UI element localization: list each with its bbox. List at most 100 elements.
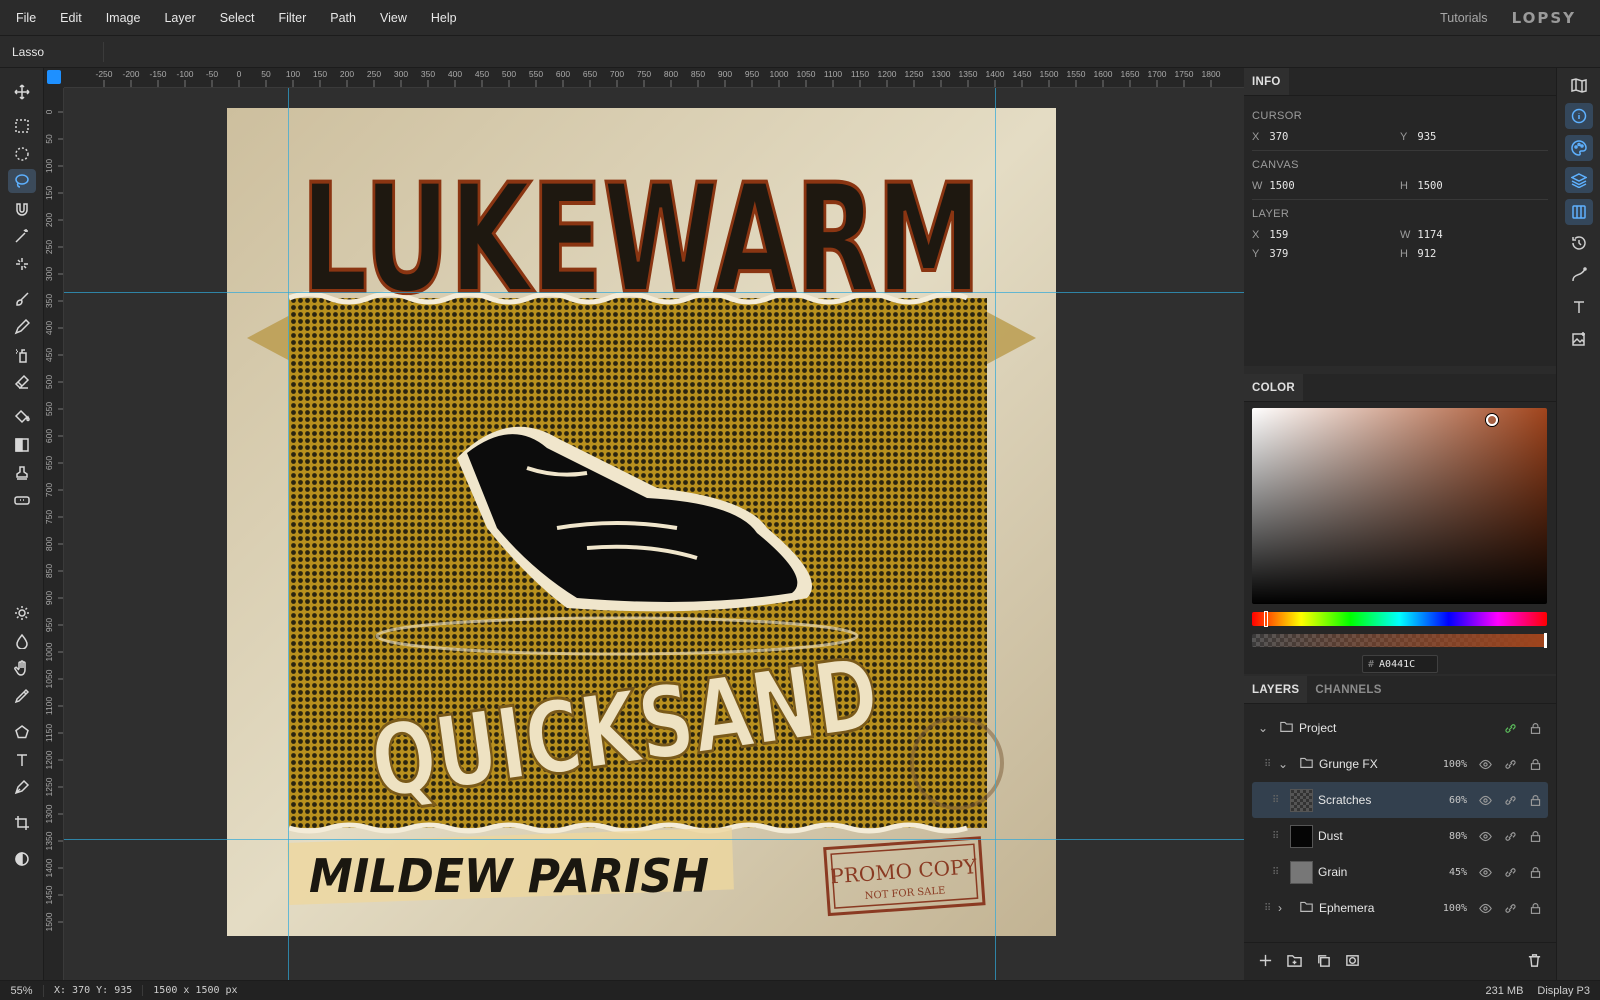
navigator-panel-button[interactable] [1565,72,1593,98]
layer-row-grain[interactable]: ⠿ Grain 45% [1252,854,1548,890]
guide-vertical-right[interactable] [995,88,996,980]
pencil-tool[interactable] [8,315,36,339]
dodge-tool[interactable] [8,601,36,625]
guide-horizontal-bottom[interactable] [64,839,1244,840]
lasso-tool[interactable] [8,169,36,193]
magnetic-lasso-tool[interactable] [8,197,36,221]
artwork-canvas[interactable]: LUKEWARM QUICKSAND MILDEW PARISH PROMO C… [227,108,1056,936]
layer-row-project[interactable]: ⌄ Project [1252,710,1548,746]
hand-tool[interactable] [8,656,36,680]
magic-wand-tool[interactable] [8,224,36,248]
tutorials-link[interactable]: Tutorials [1440,11,1487,25]
menu-image[interactable]: Image [94,11,153,25]
history-panel-button[interactable] [1565,230,1593,256]
chevron-down-icon[interactable]: ⌄ [1258,721,1274,735]
tab-channels[interactable]: CHANNELS [1307,676,1389,703]
add-layer-button[interactable] [1258,953,1273,971]
guide-vertical-left[interactable] [288,88,289,980]
ellipse-select-tool[interactable] [8,142,36,166]
layer-opacity[interactable]: 100% [1433,759,1467,770]
lock-icon[interactable] [1523,902,1548,915]
character-panel-button[interactable] [1565,294,1593,320]
drag-handle-icon[interactable]: ⠿ [1272,831,1282,842]
blur-tool[interactable] [8,629,36,653]
lock-icon[interactable] [1523,758,1548,771]
duplicate-layer-button[interactable] [1316,953,1331,971]
saturation-value-picker[interactable] [1252,408,1547,604]
zoom-level[interactable]: 55% [0,984,44,997]
paths-panel-button[interactable] [1565,262,1593,288]
layer-opacity[interactable]: 45% [1433,867,1467,878]
horizontal-ruler[interactable]: -250 -200 -150 -100 -50 0 50 100 150 200 250 300 350… [64,68,1244,88]
tab-info[interactable]: INFO [1244,68,1289,95]
color-panel-button[interactable] [1565,135,1593,161]
channels-panel-button[interactable] [1565,199,1593,225]
link-icon[interactable] [1498,866,1523,879]
image-panel-button[interactable] [1565,326,1593,352]
link-icon[interactable] [1498,794,1523,807]
menu-help[interactable]: Help [419,11,469,25]
stamp-tool[interactable] [8,461,36,485]
hue-handle[interactable] [1264,611,1268,627]
guide-horizontal-top[interactable] [64,292,1244,293]
hex-input[interactable]: # A0441C [1362,655,1438,673]
eyedropper-tool[interactable] [8,684,36,708]
menu-view[interactable]: View [368,11,419,25]
lock-icon[interactable] [1523,794,1548,807]
eye-icon[interactable] [1473,902,1498,915]
layer-opacity[interactable]: 80% [1433,831,1467,842]
eye-icon[interactable] [1473,794,1498,807]
fill-tool[interactable] [8,405,36,429]
eye-icon[interactable] [1473,866,1498,879]
lock-icon[interactable] [1523,722,1548,735]
heal-tool[interactable] [8,488,36,512]
alpha-slider[interactable] [1252,633,1547,648]
eraser-tool[interactable] [8,370,36,394]
layer-opacity[interactable]: 60% [1433,795,1467,806]
layer-row-grunge-fx[interactable]: ⠿ ⌄ Grunge FX 100% [1252,746,1548,782]
eye-icon[interactable] [1473,758,1498,771]
menu-file[interactable]: File [0,11,48,25]
adjust-tool[interactable] [8,847,36,871]
crop-tool[interactable] [8,811,36,835]
drag-handle-icon[interactable]: ⠿ [1264,903,1274,914]
new-group-button[interactable] [1287,953,1302,971]
quick-select-tool[interactable] [8,252,36,276]
delete-layer-button[interactable] [1527,953,1542,971]
layer-opacity[interactable]: 100% [1433,903,1467,914]
spray-tool[interactable] [8,343,36,367]
menu-edit[interactable]: Edit [48,11,94,25]
brush-tool[interactable] [8,287,36,311]
menu-layer[interactable]: Layer [152,11,207,25]
tab-layers[interactable]: LAYERS [1244,676,1308,703]
ruler-origin-button[interactable] [47,70,61,84]
menu-filter[interactable]: Filter [266,11,318,25]
tab-color[interactable]: COLOR [1244,374,1304,401]
link-icon[interactable] [1498,902,1523,915]
layers-panel-button[interactable] [1565,167,1593,193]
color-picker-handle[interactable] [1486,414,1498,426]
pen-tool[interactable] [8,775,36,799]
layer-row-ephemera[interactable]: ⠿ › Ephemera 100% [1252,890,1548,926]
layer-row-dust[interactable]: ⠿ Dust 80% [1252,818,1548,854]
drag-handle-icon[interactable]: ⠿ [1272,795,1282,806]
menu-path[interactable]: Path [318,11,368,25]
gradient-tool[interactable] [8,433,36,457]
layer-row-scratches[interactable]: ⠿ Scratches 60% [1252,782,1548,818]
vertical-ruler[interactable]: 0 50 100 150 200 250 300 350 400 450 500 550 600 650 7… [44,88,64,980]
text-tool[interactable] [8,748,36,772]
drag-handle-icon[interactable]: ⠿ [1272,867,1282,878]
info-panel-button[interactable] [1565,103,1593,129]
chevron-right-icon[interactable]: › [1278,901,1294,915]
rect-select-tool[interactable] [8,114,36,138]
shape-tool[interactable] [8,720,36,744]
link-icon[interactable] [1498,722,1523,735]
lock-icon[interactable] [1523,830,1548,843]
eye-icon[interactable] [1473,830,1498,843]
drag-handle-icon[interactable]: ⠿ [1264,759,1274,770]
menu-select[interactable]: Select [208,11,267,25]
move-tool[interactable] [8,80,36,104]
lock-icon[interactable] [1523,866,1548,879]
hue-slider[interactable] [1252,611,1547,627]
chevron-down-icon[interactable]: ⌄ [1278,757,1294,771]
